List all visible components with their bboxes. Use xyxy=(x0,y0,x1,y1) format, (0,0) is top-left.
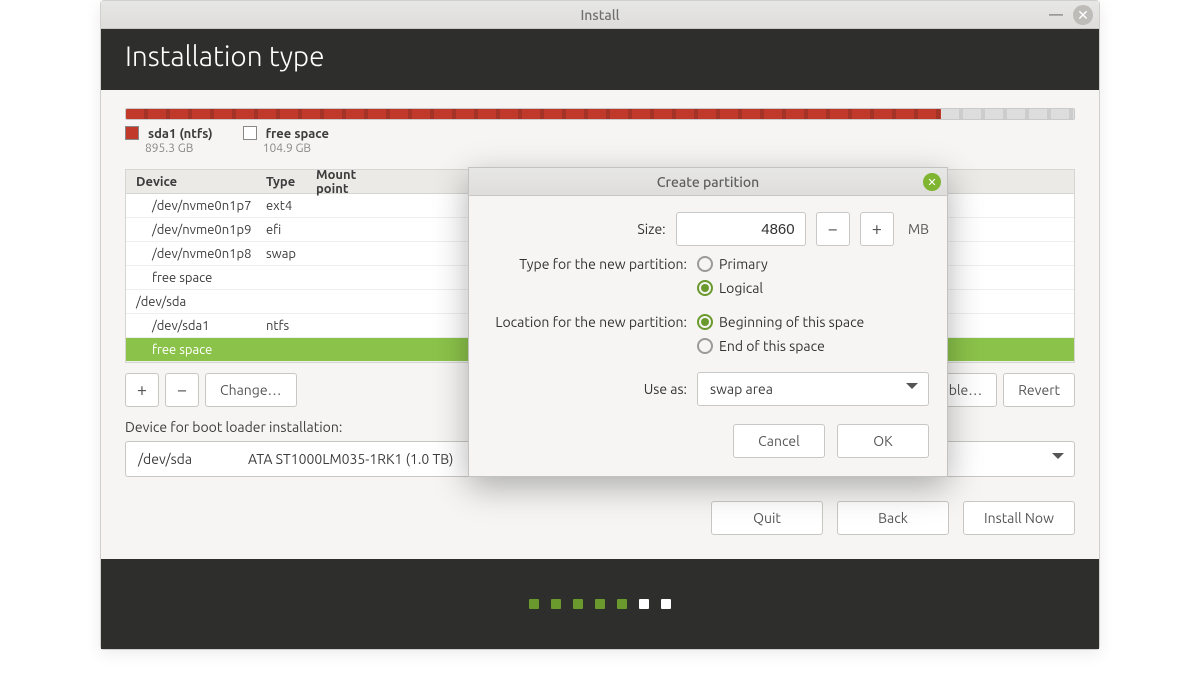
step-dot xyxy=(573,599,583,609)
radio-primary[interactable]: Primary xyxy=(697,256,768,272)
dialog-titlebar: Create partition ✕ xyxy=(469,168,947,196)
back-button[interactable]: Back xyxy=(837,501,949,535)
radio-icon xyxy=(697,256,713,272)
radio-icon xyxy=(697,280,713,296)
legend-sub: 895.3 GB xyxy=(145,142,193,155)
cancel-button[interactable]: Cancel xyxy=(733,424,825,458)
chevron-down-icon xyxy=(1052,453,1064,465)
progress-dots xyxy=(101,559,1099,649)
minimize-icon[interactable]: — xyxy=(1047,5,1065,23)
step-dot xyxy=(529,599,539,609)
revert-button[interactable]: Revert xyxy=(1003,373,1075,407)
page-title: Installation type xyxy=(125,41,324,72)
legend-label: free space xyxy=(266,127,329,141)
useas-select[interactable]: swap area xyxy=(697,372,929,406)
useas-label: Use as: xyxy=(487,381,687,397)
step-dot xyxy=(661,599,671,609)
legend-label: sda1 (ntfs) xyxy=(148,127,213,141)
disk-usage-free xyxy=(941,109,1074,119)
change-partition-button[interactable]: Change… xyxy=(205,373,297,407)
step-dot xyxy=(617,599,627,609)
legend-item: free space 104.9 GB xyxy=(243,126,329,155)
legend-sub: 104.9 GB xyxy=(263,142,311,155)
step-dot xyxy=(551,599,561,609)
disk-usage-bar xyxy=(125,108,1075,120)
ok-button[interactable]: OK xyxy=(837,424,929,458)
col-type: Type xyxy=(266,175,316,189)
col-mount: Mount point xyxy=(316,168,376,196)
disk-usage-used xyxy=(126,109,941,119)
size-unit: MB xyxy=(908,221,929,237)
size-label: Size: xyxy=(487,221,666,237)
page-title-band: Installation type xyxy=(101,29,1099,90)
install-now-button[interactable]: Install Now xyxy=(963,501,1075,535)
disk-legend: sda1 (ntfs) 895.3 GB free space 104.9 GB xyxy=(125,126,1075,155)
legend-item: sda1 (ntfs) 895.3 GB xyxy=(125,126,213,155)
radio-icon xyxy=(697,338,713,354)
radio-location-end[interactable]: End of this space xyxy=(697,338,864,354)
dialog-title: Create partition xyxy=(657,174,759,190)
swatch-icon xyxy=(243,126,257,140)
bootloader-device-value: /dev/sda xyxy=(138,451,248,467)
remove-partition-button[interactable]: − xyxy=(165,373,199,407)
col-device: Device xyxy=(136,175,266,189)
useas-value: swap area xyxy=(710,381,773,397)
swatch-icon xyxy=(125,126,139,140)
add-partition-button[interactable]: + xyxy=(125,373,159,407)
dialog-close-icon[interactable]: ✕ xyxy=(923,173,941,191)
chevron-down-icon xyxy=(906,383,918,395)
location-label: Location for the new partition: xyxy=(487,314,687,330)
window-title: Install xyxy=(580,7,619,23)
radio-location-begin[interactable]: Beginning of this space xyxy=(697,314,864,330)
create-partition-dialog: Create partition ✕ Size: − + MB Type for… xyxy=(468,167,948,477)
quit-button[interactable]: Quit xyxy=(711,501,823,535)
radio-logical[interactable]: Logical xyxy=(697,280,768,296)
titlebar: Install — ✕ xyxy=(101,1,1099,29)
radio-icon xyxy=(697,314,713,330)
step-dot xyxy=(639,599,649,609)
size-input[interactable] xyxy=(676,212,806,246)
close-icon[interactable]: ✕ xyxy=(1073,5,1093,25)
step-dot xyxy=(595,599,605,609)
size-increment-button[interactable]: + xyxy=(860,212,894,246)
size-decrement-button[interactable]: − xyxy=(816,212,850,246)
bootloader-device-desc: ATA ST1000LM035-1RK1 (1.0 TB) xyxy=(248,451,453,467)
partition-type-label: Type for the new partition: xyxy=(487,256,687,272)
